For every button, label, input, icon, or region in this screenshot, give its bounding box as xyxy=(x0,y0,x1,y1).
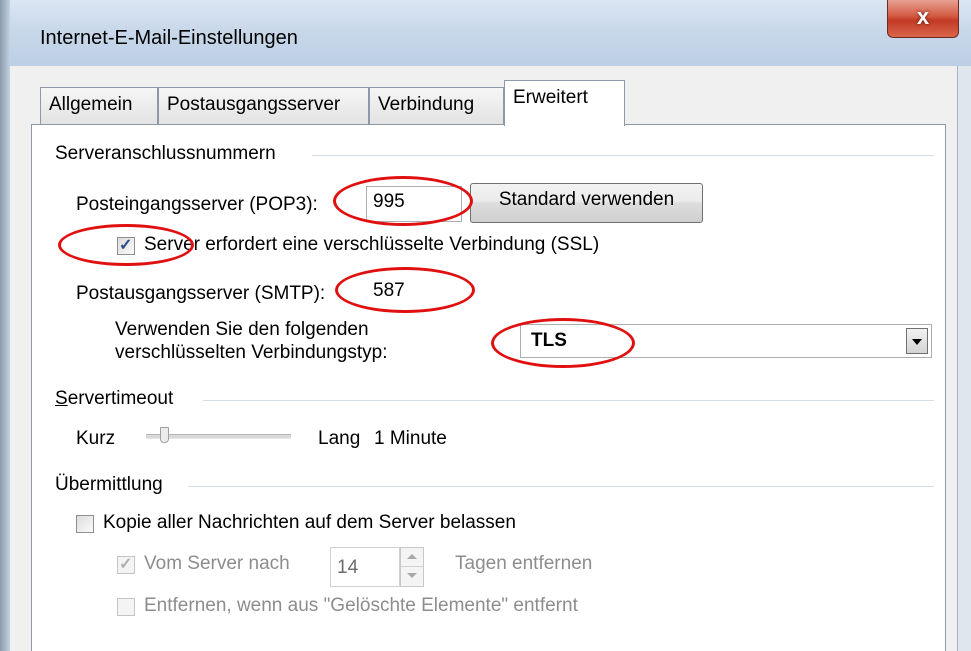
remove-deleted-checkbox[interactable] xyxy=(117,598,135,616)
group-label-server-ports: Serveranschlussnummern xyxy=(55,143,276,164)
smtp-label: Postausgangsserver (SMTP): xyxy=(76,283,326,304)
tab-label: Verbindung xyxy=(378,94,475,115)
group-divider xyxy=(203,400,934,401)
remove-after-label: Vom Server nach xyxy=(144,553,290,574)
days-stepper[interactable] xyxy=(400,547,424,587)
smtp-port-input[interactable]: 587 xyxy=(366,275,462,311)
window-left-border xyxy=(0,0,10,651)
ssl-label: Server erfordert eine verschlüsselte Ver… xyxy=(144,234,600,255)
encryption-type-value: TLS xyxy=(531,330,567,351)
close-icon: x xyxy=(916,4,930,29)
timeout-long-label: Lang xyxy=(318,428,361,449)
timeout-short-label: Kurz xyxy=(76,428,116,449)
group-divider xyxy=(188,486,934,487)
tab-verbindung[interactable]: Verbindung xyxy=(369,87,504,125)
keep-copy-label: Kopie aller Nachrichten auf dem Server b… xyxy=(103,512,516,533)
remove-after-checkbox[interactable]: ✓ xyxy=(117,556,135,574)
smtp-port-value: 587 xyxy=(373,280,405,301)
window-right-border xyxy=(957,66,971,651)
pop3-label: Posteingangsserver (POP3): xyxy=(76,194,318,215)
encryption-type-select[interactable]: TLS xyxy=(520,324,932,358)
checkmark-icon: ✓ xyxy=(119,237,133,254)
days-input[interactable]: 14 xyxy=(330,547,400,587)
ssl-checkbox[interactable]: ✓ xyxy=(117,237,135,255)
settings-dialog: Internet-E-Mail-Einstellungen x Allgemei… xyxy=(0,0,971,651)
keep-copy-checkbox[interactable] xyxy=(76,515,94,533)
tab-label: Allgemein xyxy=(49,94,133,115)
use-default-label: Standard verwenden xyxy=(498,189,675,210)
tab-allgemein[interactable]: Allgemein xyxy=(40,87,158,125)
group-label-timeout: Servertimeout xyxy=(55,388,174,409)
group-label-delivery: Übermittlung xyxy=(55,474,163,495)
timeout-value-label: 1 Minute xyxy=(374,428,447,449)
spin-up-icon[interactable] xyxy=(401,548,423,567)
window-title: Internet-E-Mail-Einstellungen xyxy=(40,27,298,49)
tab-erweitert[interactable]: Erweitert xyxy=(504,80,625,126)
close-button[interactable]: x xyxy=(887,0,959,38)
use-default-button[interactable]: Standard verwenden xyxy=(470,183,703,223)
chevron-down-icon[interactable] xyxy=(906,328,928,354)
tab-label: Erweitert xyxy=(513,87,588,108)
remove-deleted-label: Entfernen, wenn aus "Gelöschte Elemente"… xyxy=(144,595,578,616)
spin-down-icon[interactable] xyxy=(401,567,423,586)
pop3-port-value: 995 xyxy=(373,191,405,212)
title-bar[interactable]: Internet-E-Mail-Einstellungen x xyxy=(10,0,971,66)
pop3-port-input[interactable]: 995 xyxy=(366,186,462,222)
timeout-slider-thumb[interactable] xyxy=(159,427,169,443)
encryption-type-label-line2: verschlüsselten Verbindungstyp: xyxy=(115,342,388,363)
group-divider xyxy=(312,155,934,156)
tab-label: Postausgangsserver xyxy=(167,94,341,115)
checkmark-icon: ✓ xyxy=(119,556,133,573)
days-suffix-label: Tagen entfernen xyxy=(455,553,593,574)
encryption-type-label-line1: Verwenden Sie den folgenden xyxy=(115,319,369,340)
tab-postausgangsserver[interactable]: Postausgangsserver xyxy=(158,87,369,125)
days-value: 14 xyxy=(337,557,359,578)
